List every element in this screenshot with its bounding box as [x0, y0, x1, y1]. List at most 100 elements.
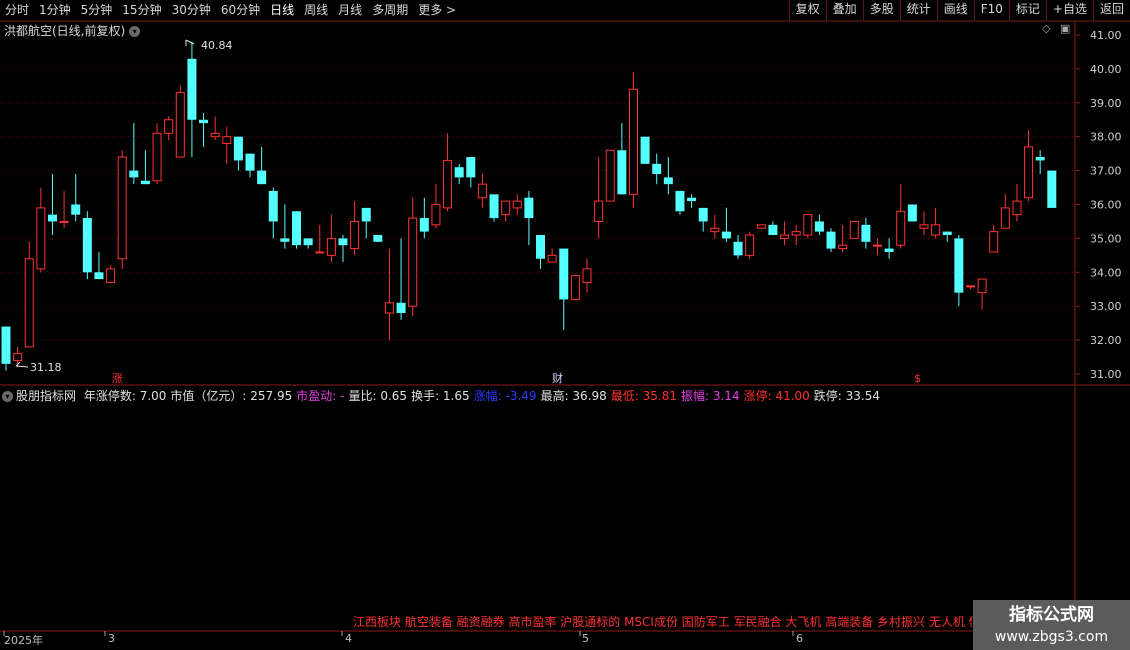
candle-body — [570, 275, 580, 300]
candle-body — [315, 251, 325, 254]
diamond-icon[interactable]: ◇ — [1042, 22, 1050, 35]
toolbar-button[interactable]: 统计 — [899, 0, 937, 20]
max-arrow-icon — [185, 39, 195, 46]
candle-body — [431, 204, 441, 226]
stock-title-label: 洪都航空(日线,前复权) — [4, 24, 126, 38]
price-axis-label: 40.00 — [1090, 63, 1122, 76]
candle-body — [768, 224, 778, 236]
candle-body — [896, 210, 906, 246]
toolbar-button[interactable]: 复权 — [788, 0, 826, 20]
candle-body — [1035, 157, 1045, 161]
candle-body — [861, 224, 871, 242]
candle-body — [628, 88, 638, 195]
candle-body — [501, 200, 511, 216]
price-axis-label: 37.00 — [1090, 165, 1122, 178]
candle-body — [303, 238, 313, 246]
candle-body — [721, 231, 731, 239]
indicator-value: 市盈动: - — [296, 389, 345, 403]
period-tab[interactable]: 1分钟 — [34, 0, 76, 20]
candle-body — [803, 214, 813, 236]
min-price-label: 31.18 — [30, 361, 62, 374]
toolbar-button[interactable]: F10 — [973, 0, 1009, 20]
indicator-row: ▾ 股朋指标网 年涨停数: 7.00 市值（亿元）: 257.95 市盈动: - 量比:… — [2, 387, 888, 404]
candle-body — [710, 227, 720, 233]
period-tab[interactable]: 30分钟 — [167, 0, 216, 20]
candle-body — [454, 167, 464, 178]
date-label-march: 3 — [108, 632, 115, 645]
period-tabs: 分时 1分钟 5分钟 15分钟 30分钟 60分钟 日线 周线 月线 多周期 更多 > — [0, 0, 461, 20]
price-axis-label: 35.00 — [1090, 232, 1122, 245]
period-tab[interactable]: 5分钟 — [76, 0, 118, 20]
indicator-value: 换手: 1.65 — [411, 389, 470, 403]
toolbar-button[interactable]: 多股 — [862, 0, 900, 20]
candle-body — [954, 238, 964, 293]
candle-body — [559, 248, 569, 300]
candle-body — [82, 218, 92, 273]
candle-body — [106, 268, 116, 283]
toolbar-button[interactable]: 叠加 — [825, 0, 863, 20]
chevron-down-icon[interactable]: ▾ — [129, 26, 141, 37]
candle-body — [675, 190, 685, 212]
candle-body — [222, 136, 232, 144]
toolbar-right-buttons: 复权 叠加 多股 统计 画线 F10 标记 +自选 返回 — [788, 0, 1130, 20]
watermark-url: www.zbgs3.com — [994, 629, 1109, 645]
marker-dollar: $ — [914, 372, 921, 385]
indicator-value: 市值（亿元）: 257.95 — [170, 389, 293, 403]
candle-body — [117, 156, 127, 260]
candle-body — [152, 132, 162, 182]
candle-body — [547, 254, 557, 263]
period-tab[interactable]: 多周期 — [367, 0, 413, 20]
period-tab[interactable]: 60分钟 — [216, 0, 265, 20]
candle-body — [873, 244, 882, 247]
price-axis-label: 38.00 — [1090, 131, 1122, 144]
candle-body — [175, 92, 185, 158]
candle-body — [814, 221, 824, 232]
candle-body — [13, 353, 23, 361]
candle-body — [838, 244, 848, 250]
candle-body — [617, 150, 627, 195]
candle-body — [338, 238, 348, 246]
candle-body — [687, 197, 697, 202]
chart-top-icons: ◇ ▣ — [1042, 22, 1070, 35]
watermark: 指标公式网 www.zbgs3.com — [973, 600, 1130, 650]
candle-body — [361, 207, 371, 222]
date-label-june: 6 — [796, 632, 803, 645]
candle-body — [1047, 170, 1057, 208]
candle-body — [536, 235, 546, 259]
candle-body — [931, 224, 941, 236]
candle-body — [1, 326, 11, 364]
candle-body — [477, 183, 487, 199]
indicator-value: 最高: 36.98 — [540, 389, 607, 403]
period-tab[interactable]: 更多 > — [413, 0, 461, 20]
expand-icon[interactable]: ▣ — [1060, 22, 1070, 35]
candle-body — [24, 258, 34, 348]
candle-body — [280, 238, 290, 242]
price-axis-label: 33.00 — [1090, 300, 1122, 313]
period-tab[interactable]: 15分钟 — [117, 0, 166, 20]
candle-body — [826, 231, 836, 249]
indicator-menu-icon[interactable]: ▾ — [2, 391, 13, 402]
period-tab[interactable]: 月线 — [333, 0, 367, 20]
chart-title[interactable]: 洪都航空(日线,前复权) ▾ — [4, 22, 141, 39]
candle-body — [59, 220, 69, 223]
period-tab[interactable]: 分时 — [0, 0, 34, 20]
candle-body — [292, 211, 301, 246]
indicator-name[interactable]: 股朋指标网 — [16, 389, 76, 403]
toolbar-button[interactable]: 画线 — [936, 0, 974, 20]
toolbar-button[interactable]: +自选 — [1045, 0, 1093, 20]
toolbar-button[interactable]: 返回 — [1092, 0, 1130, 20]
candle-body — [942, 231, 952, 236]
period-tab[interactable]: 日线 — [265, 0, 299, 20]
period-tab[interactable]: 周线 — [299, 0, 333, 20]
candle-body — [1024, 146, 1034, 199]
toolbar-button[interactable]: 标记 — [1008, 0, 1046, 20]
indicator-value: 涨幅: -3.49 — [473, 389, 537, 403]
date-label-april: 4 — [345, 632, 352, 645]
candle-body — [419, 218, 429, 232]
candle-body — [443, 159, 453, 209]
candle-body — [698, 207, 708, 222]
candle-body — [582, 268, 592, 283]
candle-body — [47, 214, 57, 222]
candle-body — [384, 302, 394, 314]
candle-body — [1000, 207, 1010, 229]
